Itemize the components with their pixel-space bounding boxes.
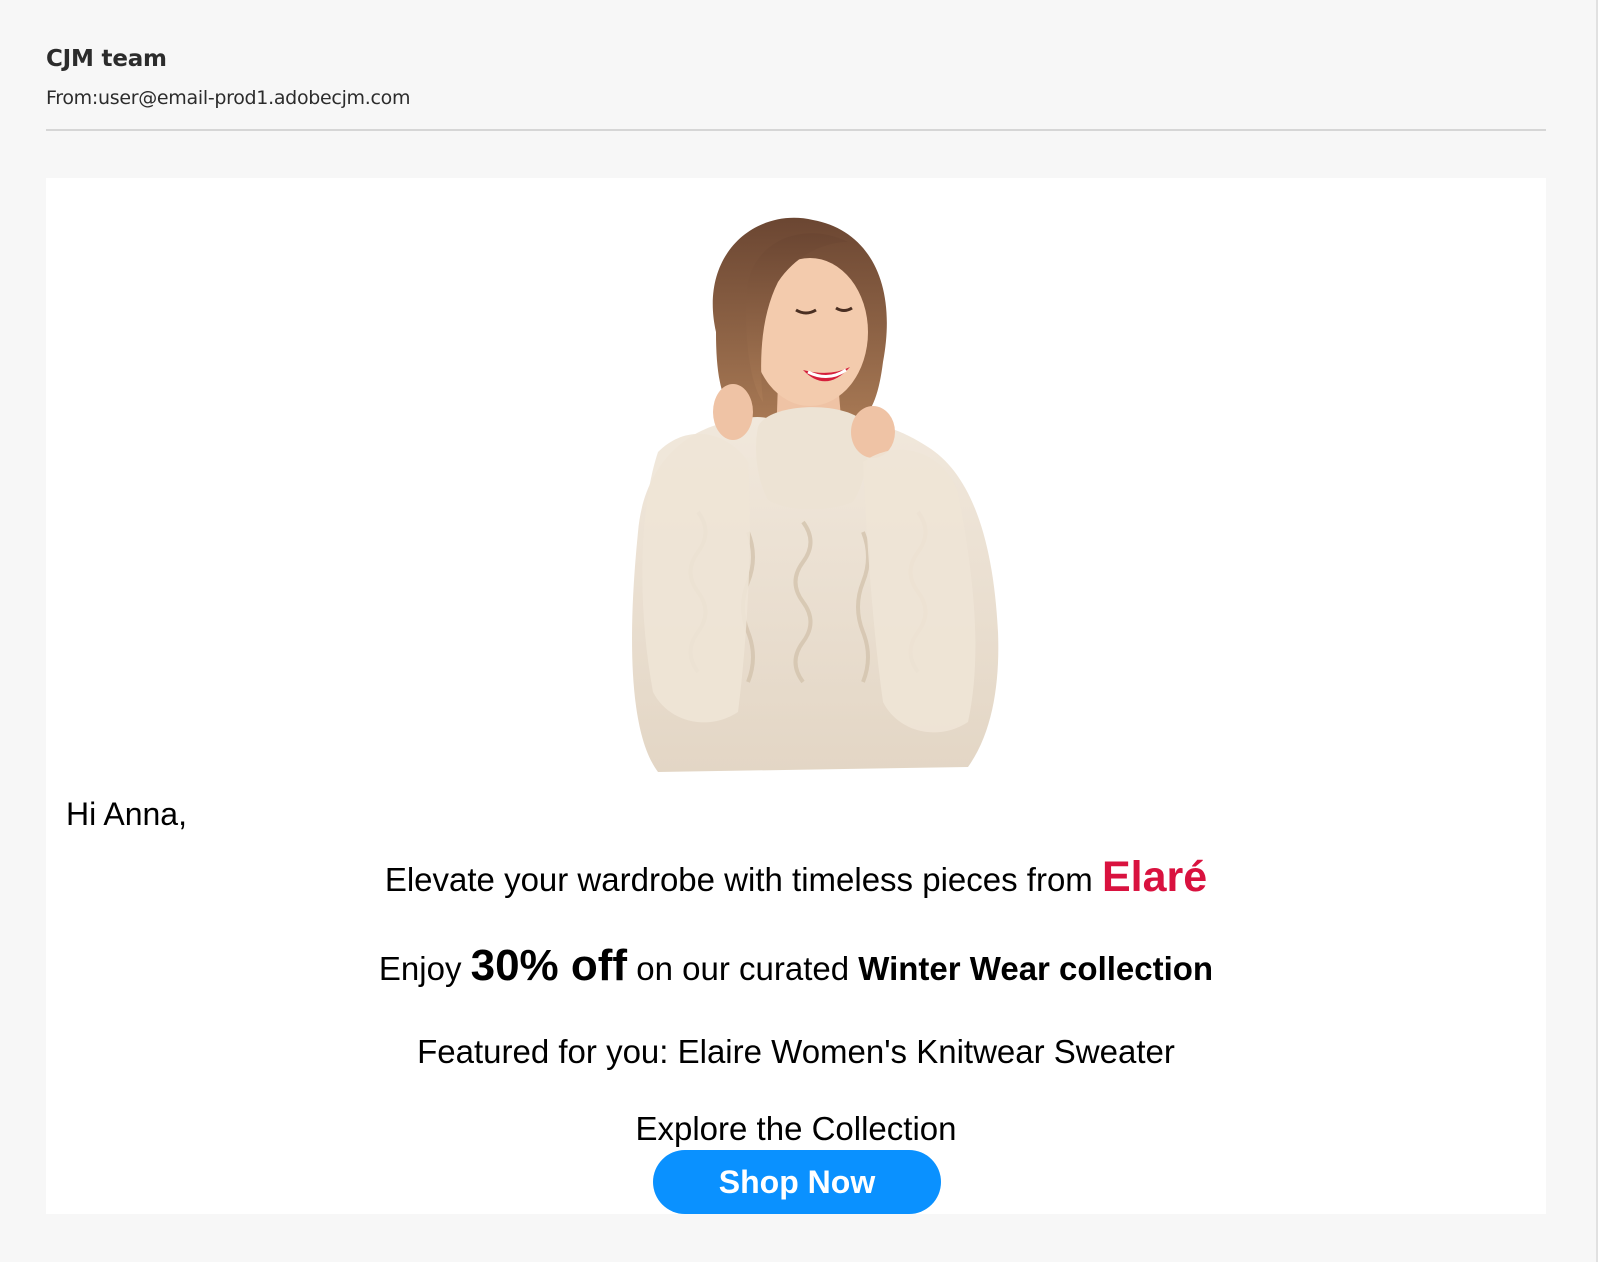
- header-divider: [46, 129, 1546, 131]
- offer-prefix: Enjoy: [378, 950, 471, 987]
- explore-collection-text: Explore the Collection: [635, 1110, 957, 1147]
- sender-email: From:user@email-prod1.adobecjm.com: [46, 87, 411, 109]
- offer-collection: Winter Wear collection: [858, 950, 1214, 987]
- email-header: CJM team From:user@email-prod1.adobecjm.…: [46, 42, 1546, 113]
- offer-line: Enjoy 30% off on our curated Winter Wear…: [46, 940, 1546, 995]
- greeting-text: Hi Anna,: [66, 796, 187, 832]
- tagline-text: Elevate your wardrobe with timeless piec…: [384, 861, 1102, 898]
- offer-discount: 30% off: [470, 941, 628, 990]
- tagline: Elevate your wardrobe with timeless piec…: [46, 854, 1546, 903]
- hero-image: [632, 217, 999, 772]
- offer-middle: on our curated: [627, 950, 859, 987]
- email-body: Hi Anna, Elevate your wardrobe with time…: [46, 178, 1546, 1214]
- brand-name: Elaré: [1101, 853, 1208, 901]
- featured-product: Featured for you: Elaire Women's Knitwea…: [417, 1033, 1175, 1070]
- sender-name: CJM team: [46, 46, 167, 72]
- shop-now-button[interactable]: Shop Now: [653, 1150, 941, 1214]
